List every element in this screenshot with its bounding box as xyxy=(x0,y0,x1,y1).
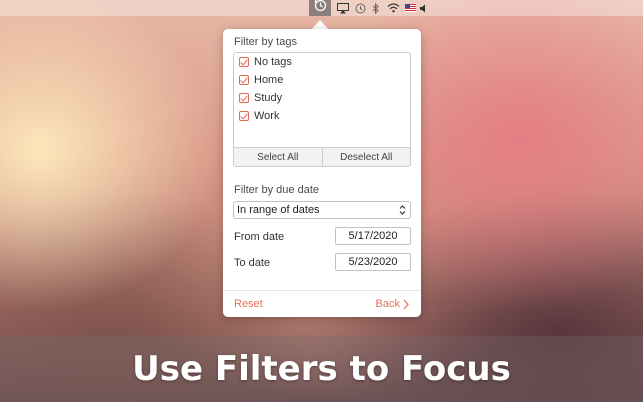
back-label: Back xyxy=(375,298,400,310)
caption-banner: Use Filters to Focus xyxy=(0,336,643,402)
tag-label: Work xyxy=(254,110,280,122)
caption-text: Use Filters to Focus xyxy=(132,349,511,389)
due-date-mode-select[interactable]: In range of dates xyxy=(233,201,411,219)
filter-popover: Filter by tags No tags Home Study Work S… xyxy=(223,29,421,317)
us-flag-icon[interactable] xyxy=(405,2,416,14)
tag-item-no-tags[interactable]: No tags xyxy=(239,54,292,70)
menubar-app-item[interactable] xyxy=(309,0,331,16)
due-date-mode-value: In range of dates xyxy=(237,204,320,216)
from-date-label: From date xyxy=(234,231,285,243)
footer-divider xyxy=(223,290,421,291)
tag-label: No tags xyxy=(254,56,292,68)
bluetooth-icon[interactable] xyxy=(372,2,380,14)
chevron-right-icon xyxy=(403,299,409,310)
menu-bar xyxy=(0,0,643,16)
airplay-icon[interactable] xyxy=(337,2,349,14)
tag-list: No tags Home Study Work Select All Desel… xyxy=(233,52,411,167)
tags-heading: Filter by tags xyxy=(234,36,297,48)
to-date-label: To date xyxy=(234,257,271,269)
due-date-heading: Filter by due date xyxy=(234,184,319,196)
tag-label: Home xyxy=(254,74,284,86)
checkbox-icon[interactable] xyxy=(239,93,249,103)
clock-countdown-icon xyxy=(314,0,327,17)
checkbox-icon[interactable] xyxy=(239,57,249,67)
tag-buttons: Select All Deselect All xyxy=(234,147,410,166)
reset-button[interactable]: Reset xyxy=(234,298,263,310)
deselect-all-button[interactable]: Deselect All xyxy=(321,148,411,166)
from-date-field[interactable]: 5/17/2020 xyxy=(335,227,411,245)
time-machine-icon[interactable] xyxy=(355,2,366,14)
tag-item-work[interactable]: Work xyxy=(239,108,279,124)
select-all-button[interactable]: Select All xyxy=(234,148,322,166)
volume-icon[interactable] xyxy=(420,2,427,14)
wifi-icon[interactable] xyxy=(387,2,400,14)
tag-label: Study xyxy=(254,92,283,104)
checkbox-icon[interactable] xyxy=(239,75,249,85)
tag-item-home[interactable]: Home xyxy=(239,72,283,88)
to-date-field[interactable]: 5/23/2020 xyxy=(335,253,411,271)
checkbox-icon[interactable] xyxy=(239,111,249,121)
chevron-up-down-icon xyxy=(399,204,406,219)
tag-item-study[interactable]: Study xyxy=(239,90,282,106)
back-button[interactable]: Back xyxy=(376,298,409,310)
